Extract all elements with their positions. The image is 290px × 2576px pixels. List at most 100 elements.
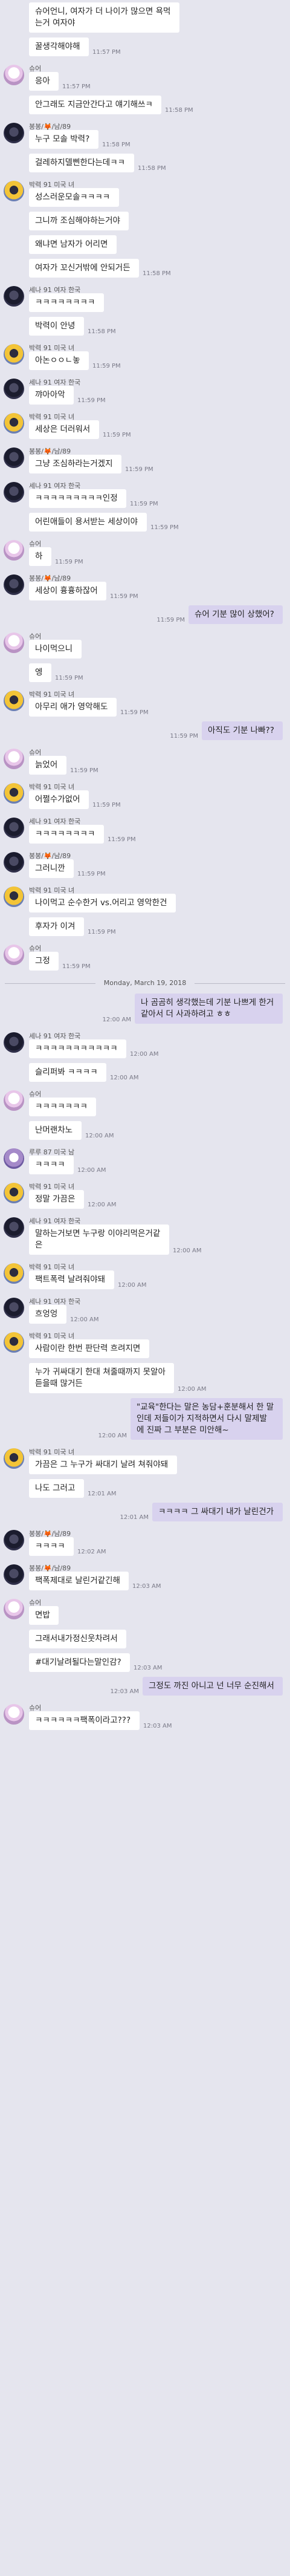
avatar[interactable] bbox=[4, 852, 24, 873]
message-bubble[interactable]: 왜냐면 남자가 어리면 bbox=[29, 235, 117, 254]
message-bubble[interactable]: 그러니깐 bbox=[29, 859, 74, 878]
message-timestamp: 11:59 PM bbox=[110, 593, 138, 600]
chat-transcript[interactable]: 슈어언니, 여자가 더 나이가 많으면 욕먹 는거 여자야 꿀생각해야해 11:57… bbox=[0, 0, 290, 2576]
message-bubble[interactable]: 늙었어 bbox=[29, 756, 66, 775]
avatar[interactable] bbox=[4, 1448, 24, 1469]
avatar[interactable] bbox=[4, 447, 24, 468]
message-timestamp: 11:58 PM bbox=[88, 328, 116, 335]
message-timestamp: 11:59 PM bbox=[156, 617, 185, 623]
message-bubble[interactable]: 난머랜차노 bbox=[29, 1121, 82, 1140]
message-bubble[interactable]: 그정 bbox=[29, 952, 59, 971]
message-bubble[interactable]: 나 곰곰히 생각했는데 기분 나쁘게 한거 같아서 더 사과하려고 ㅎㅎ bbox=[135, 994, 283, 1024]
message-bubble[interactable]: ㅋㅋㅋㅋ bbox=[29, 1156, 74, 1174]
message-timestamp: 11:59 PM bbox=[55, 675, 83, 681]
message-bubble[interactable]: 어린애들이 용서받는 세상이야 bbox=[29, 513, 147, 532]
message-bubble[interactable]: 사람이란 한번 판단력 흐려지면 bbox=[29, 1339, 149, 1358]
message-bubble[interactable]: 후자가 이겨 bbox=[29, 917, 84, 936]
message-bubble[interactable]: 응아 bbox=[29, 72, 59, 91]
message-timestamp: 11:59 PM bbox=[88, 929, 116, 935]
message-timestamp: 12:03 AM bbox=[134, 1665, 163, 1671]
avatar[interactable] bbox=[4, 574, 24, 595]
message-bubble[interactable]: 흐엉엉 bbox=[29, 1305, 66, 1324]
message-bubble[interactable]: ㅋㅋㅋㅋㅋㅋ팩폭이라고??? bbox=[29, 1711, 140, 1730]
message-timestamp: 12:00 AM bbox=[98, 1433, 127, 1439]
avatar[interactable] bbox=[4, 818, 24, 838]
message-bubble[interactable]: 걸레하지델삔한다는데ㅋㅋ bbox=[29, 154, 134, 172]
message-bubble[interactable]: 가끔은 그 누구가 싸대기 날려 쳐줘야돼 bbox=[29, 1456, 177, 1474]
message-timestamp: 11:59 PM bbox=[108, 836, 136, 843]
avatar[interactable] bbox=[4, 1704, 24, 1725]
avatar[interactable] bbox=[4, 1032, 24, 1053]
avatar[interactable] bbox=[4, 65, 24, 85]
message-bubble[interactable]: 여자가 꼬신거밖에 안되거든 bbox=[29, 259, 139, 278]
message-bubble[interactable]: 그니까 조심해야하는거야 bbox=[29, 212, 129, 230]
avatar[interactable] bbox=[4, 344, 24, 365]
message-bubble[interactable]: 나이먹으니 bbox=[29, 640, 82, 659]
message-timestamp: 11:59 PM bbox=[92, 802, 121, 808]
message-bubble[interactable]: 세상이 흉흉하잖어 bbox=[29, 582, 106, 600]
message-bubble[interactable]: 하 bbox=[29, 547, 51, 566]
avatar[interactable] bbox=[4, 633, 24, 653]
avatar[interactable] bbox=[4, 1148, 24, 1169]
message-bubble[interactable]: 아직도 기분 나빠?? bbox=[202, 721, 283, 740]
message-timestamp: 11:59 PM bbox=[103, 432, 131, 438]
message-bubble[interactable]: ㅋㅋㅋㅋㅋㅋㅋ bbox=[29, 1098, 96, 1116]
message-bubble[interactable]: ㅋㅋㅋㅋ bbox=[29, 1537, 74, 1556]
message-bubble[interactable]: 엥 bbox=[29, 663, 51, 682]
message-bubble[interactable]: 안그래도 지금안간다고 얘기해쓰ㅋ bbox=[29, 96, 161, 114]
avatar[interactable] bbox=[4, 379, 24, 399]
avatar[interactable] bbox=[4, 1263, 24, 1284]
message-bubble[interactable]: 팩폭제대로 날린거같긴해 bbox=[29, 1572, 129, 1590]
message-bubble[interactable]: 박력이 안녕 bbox=[29, 317, 84, 336]
message-bubble[interactable]: 누구 모솔 박력? bbox=[29, 130, 98, 149]
avatar[interactable] bbox=[4, 482, 24, 503]
message-bubble[interactable]: 누가 귀싸대기 한대 쳐줄때까지 못알아 듣을때 많거든 bbox=[29, 1363, 174, 1393]
message-bubble[interactable]: 슬리퍼봐 ㅋㅋㅋㅋ bbox=[29, 1063, 106, 1082]
avatar[interactable] bbox=[4, 1217, 24, 1238]
avatar[interactable] bbox=[4, 945, 24, 965]
message-bubble[interactable]: 슈어언니, 여자가 더 나이가 많으면 욕먹 는거 여자야 bbox=[29, 2, 179, 33]
message-bubble[interactable]: 정말 가끔은 bbox=[29, 1190, 84, 1209]
message-bubble[interactable]: 아논ㅇㅇㄴ놓 bbox=[29, 351, 89, 370]
message-bubble[interactable]: 그냥 조심하라는거겠지 bbox=[29, 455, 121, 473]
message-bubble[interactable]: 성스러운모솔ㅋㅋㅋㅋ bbox=[29, 188, 119, 207]
avatar[interactable] bbox=[4, 181, 24, 201]
message-bubble[interactable]: 꺄아아악 bbox=[29, 386, 74, 405]
avatar[interactable] bbox=[4, 1183, 24, 1203]
message-bubble[interactable]: 면밥 bbox=[29, 1606, 59, 1625]
avatar[interactable] bbox=[4, 1298, 24, 1318]
avatar[interactable] bbox=[4, 749, 24, 769]
message-timestamp: 12:00 AM bbox=[118, 1282, 147, 1289]
message-bubble[interactable]: 슈어 기분 많이 상했어? bbox=[188, 605, 283, 624]
avatar[interactable] bbox=[4, 123, 24, 143]
message-bubble[interactable]: "교육"한다는 말은 농담+훈분해서 한 말 인데 저들이가 지적하면서 다시 … bbox=[130, 1398, 283, 1440]
avatar[interactable] bbox=[4, 886, 24, 907]
message-bubble[interactable]: ㅋㅋㅋㅋㅋㅋㅋㅋ bbox=[29, 293, 104, 312]
message-timestamp: 12:00 AM bbox=[77, 1167, 106, 1174]
message-bubble[interactable]: 나도 그러고 bbox=[29, 1479, 84, 1498]
avatar[interactable] bbox=[4, 286, 24, 307]
avatar[interactable] bbox=[4, 1332, 24, 1353]
message-bubble[interactable]: ㅋㅋㅋㅋㅋㅋㅋㅋㅋㅋㅋ bbox=[29, 1039, 126, 1058]
avatar[interactable] bbox=[4, 783, 24, 804]
message-bubble[interactable]: ㅋㅋㅋㅋ 그 싸대기 내가 날린건가 bbox=[152, 1503, 283, 1521]
message-bubble[interactable]: 나이먹고 순수한거 vs.어리고 영악한건 bbox=[29, 894, 176, 912]
message-bubble[interactable]: 어쩔수가없어 bbox=[29, 790, 89, 809]
avatar[interactable] bbox=[4, 1090, 24, 1111]
avatar[interactable] bbox=[4, 1599, 24, 1619]
message-bubble[interactable]: ㅋㅋㅋㅋㅋㅋㅋㅋ bbox=[29, 825, 104, 844]
avatar[interactable] bbox=[4, 1564, 24, 1585]
message-bubble[interactable]: ㅋㅋㅋㅋㅋㅋㅋㅋㅋ인정 bbox=[29, 489, 126, 508]
avatar[interactable] bbox=[4, 691, 24, 711]
message-bubble[interactable]: 꿀생각해야해 bbox=[29, 37, 89, 56]
avatar[interactable] bbox=[4, 1530, 24, 1550]
avatar[interactable] bbox=[4, 540, 24, 561]
message-bubble[interactable]: 세상은 더러워서 bbox=[29, 420, 99, 439]
message-bubble[interactable]: 말하는거보면 누구랑 이야리먹은거같 은 bbox=[29, 1225, 169, 1255]
message-bubble[interactable]: #대기날려될다는말인감? bbox=[29, 1653, 130, 1672]
message-bubble[interactable]: 그래서내가정신웃차려서 bbox=[29, 1630, 126, 1648]
message-bubble[interactable]: 아무리 애가 영악해도 bbox=[29, 698, 117, 717]
avatar[interactable] bbox=[4, 413, 24, 434]
message-bubble[interactable]: 그정도 까진 아니고 넌 너무 순진해서 bbox=[143, 1677, 283, 1696]
message-bubble[interactable]: 팩트폭력 날려줘야돼 bbox=[29, 1270, 114, 1289]
